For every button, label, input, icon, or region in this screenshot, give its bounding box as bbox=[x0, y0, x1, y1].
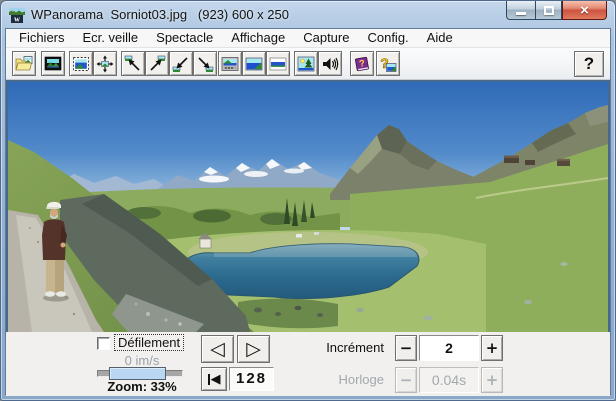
scroll-to-upper-left-button[interactable] bbox=[121, 51, 145, 76]
window-title: WPanorama Sorniot03.jpg (923) 600 x 250 bbox=[31, 7, 289, 22]
scroll-to-lower-right-icon bbox=[198, 56, 214, 72]
zoom-readout: Zoom: 33% bbox=[107, 379, 177, 394]
menu-bar: Fichiers Ecr. veille Spectacle Affichage… bbox=[6, 29, 610, 48]
frame-position-readout: 128 bbox=[229, 367, 274, 391]
minimize-button[interactable] bbox=[506, 1, 535, 20]
panorama-image[interactable] bbox=[8, 82, 608, 332]
panorama-window-button[interactable] bbox=[218, 51, 242, 76]
scroll-right-button[interactable]: ▷ bbox=[237, 335, 270, 363]
menu-affichage[interactable]: Affichage bbox=[222, 29, 294, 47]
help-book-icon: ? bbox=[355, 56, 369, 71]
menu-config[interactable]: Config. bbox=[358, 29, 417, 47]
wpanorama-app-icon: w bbox=[9, 7, 25, 23]
panorama-window-icon bbox=[221, 56, 239, 71]
svg-text:?: ? bbox=[380, 55, 389, 71]
maximize-icon bbox=[543, 5, 554, 15]
scroll-to-upper-left-icon bbox=[124, 55, 140, 71]
horloge-value: 0.04s bbox=[419, 367, 479, 393]
panorama-viewport bbox=[6, 80, 610, 332]
increment-plus-button[interactable]: + bbox=[481, 335, 503, 361]
slideshow-icon bbox=[297, 56, 315, 71]
go-to-start-button[interactable]: ◀ bbox=[201, 367, 227, 391]
pan-image-button[interactable] bbox=[93, 51, 117, 76]
menu-fichiers[interactable]: Fichiers bbox=[10, 29, 74, 47]
zoom-slider[interactable] bbox=[97, 367, 183, 380]
about-button[interactable]: ? bbox=[376, 51, 400, 76]
right-triangle-icon: ▷ bbox=[246, 338, 261, 360]
client-area: Fichiers Ecr. veille Spectacle Affichage… bbox=[5, 28, 611, 396]
copy-image-icon bbox=[73, 56, 89, 71]
scroll-to-lower-left-icon bbox=[172, 56, 188, 72]
horloge-label: Horloge bbox=[338, 372, 384, 387]
scroll-to-lower-left-button[interactable] bbox=[169, 51, 193, 76]
open-file-button[interactable] bbox=[12, 51, 36, 76]
scroll-to-upper-right-icon bbox=[150, 55, 166, 71]
sound-button[interactable] bbox=[318, 51, 342, 76]
control-panel: Défilement 0 im/s Zoom: 33% ◁ ▷ ◀ 128 In… bbox=[6, 332, 610, 396]
full-image-button[interactable] bbox=[242, 51, 266, 76]
menu-aide[interactable]: Aide bbox=[418, 29, 462, 47]
help-book-button[interactable]: ? bbox=[350, 51, 374, 76]
increment-minus-button[interactable]: − bbox=[395, 335, 417, 361]
close-button[interactable]: × bbox=[562, 1, 607, 20]
about-icon: ? bbox=[380, 55, 397, 72]
sound-icon bbox=[323, 57, 339, 70]
scroll-left-button[interactable]: ◁ bbox=[201, 335, 234, 363]
full-image-icon bbox=[245, 57, 263, 70]
image-strip-icon bbox=[269, 57, 287, 70]
close-icon: × bbox=[580, 1, 589, 19]
start-bar-icon bbox=[207, 373, 210, 385]
horloge-minus-button: − bbox=[395, 367, 417, 393]
speed-readout: 0 im/s bbox=[124, 353, 160, 368]
defilement-label[interactable]: Défilement bbox=[113, 334, 185, 351]
slideshow-button[interactable] bbox=[294, 51, 318, 76]
context-help-button[interactable]: ? bbox=[574, 51, 604, 77]
increment-value: 2 bbox=[419, 335, 479, 361]
defilement-checkbox[interactable] bbox=[97, 337, 110, 350]
caption-buttons: × bbox=[506, 1, 607, 20]
minimize-icon bbox=[516, 12, 526, 15]
screensaver-preview-button[interactable] bbox=[41, 51, 65, 76]
skip-left-icon: ◀ bbox=[210, 371, 221, 387]
image-strip-button[interactable] bbox=[266, 51, 290, 76]
toolbar: ? ? ? bbox=[6, 48, 610, 80]
app-window: w WPanorama Sorniot03.jpg (923) 600 x 25… bbox=[0, 0, 616, 401]
title-bar[interactable]: w WPanorama Sorniot03.jpg (923) 600 x 25… bbox=[1, 1, 615, 28]
svg-text:w: w bbox=[14, 14, 20, 23]
screensaver-preview-icon bbox=[44, 56, 62, 70]
scroll-to-upper-right-button[interactable] bbox=[145, 51, 169, 76]
scroll-to-lower-right-button[interactable] bbox=[193, 51, 217, 76]
copy-image-button[interactable] bbox=[69, 51, 93, 76]
left-triangle-icon: ◁ bbox=[210, 338, 225, 360]
horloge-plus-button: + bbox=[481, 367, 503, 393]
pan-image-icon bbox=[96, 55, 114, 72]
maximize-button[interactable] bbox=[535, 1, 562, 20]
open-file-icon bbox=[15, 55, 33, 70]
menu-ecr-veille[interactable]: Ecr. veille bbox=[74, 29, 148, 47]
menu-capture[interactable]: Capture bbox=[294, 29, 358, 47]
menu-spectacle[interactable]: Spectacle bbox=[147, 29, 222, 47]
increment-label: Incrément bbox=[326, 340, 384, 355]
